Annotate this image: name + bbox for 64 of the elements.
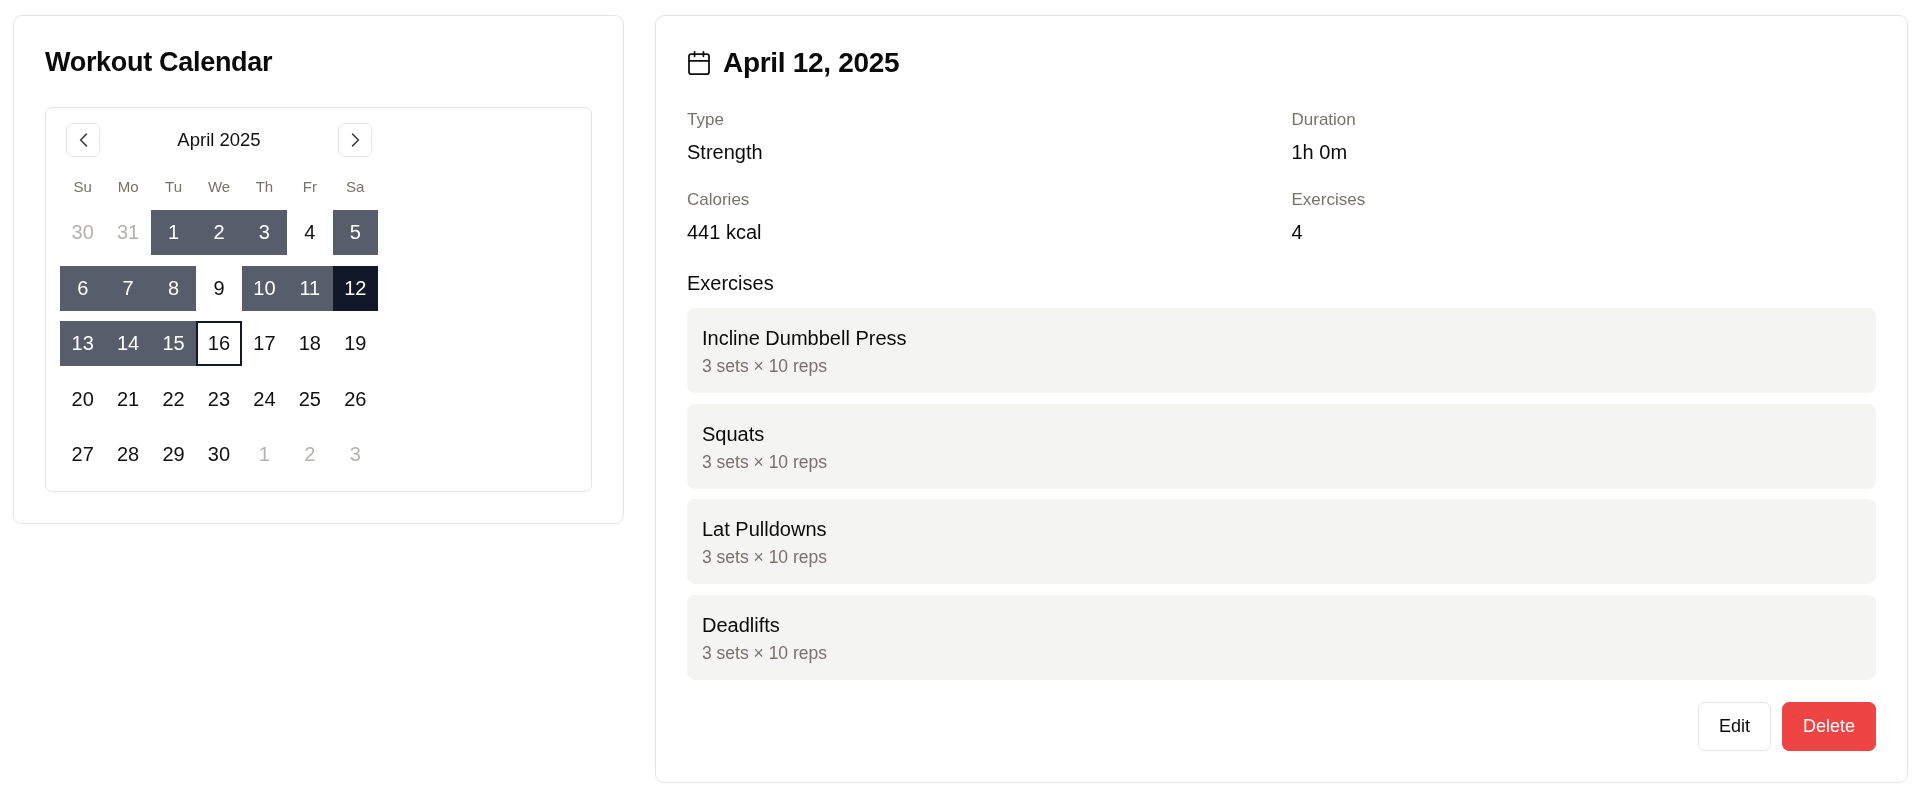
- calendar-day[interactable]: 6: [60, 265, 106, 311]
- exercise-name: Squats: [702, 421, 766, 447]
- calendar-day[interactable]: 2: [196, 210, 242, 255]
- calendar-day[interactable]: 19: [332, 321, 378, 366]
- stat-value: 441 kcal: [687, 220, 763, 245]
- calendar-day[interactable]: 14: [105, 321, 151, 366]
- exercise-detail: 3 sets × 10 reps: [702, 450, 828, 473]
- calendar-day[interactable]: 17: [241, 321, 288, 366]
- stat-label: Type: [687, 109, 725, 131]
- calendar-day[interactable]: 13: [60, 321, 106, 366]
- exercise-name: Deadlifts: [702, 612, 781, 638]
- calendar-day[interactable]: 26: [332, 376, 378, 422]
- exercise-detail: 3 sets × 10 reps: [702, 546, 828, 568]
- calendar-day[interactable]: 29: [150, 432, 197, 477]
- weekday-label: We: [206, 177, 232, 197]
- month-label: April 2025: [177, 129, 261, 151]
- calendar-day[interactable]: 7: [105, 265, 151, 311]
- chevron-left-icon: [78, 133, 88, 147]
- calendar-day[interactable]: 18: [287, 321, 333, 366]
- exercise-name: Incline Dumbbell Press: [702, 326, 908, 351]
- stat-label: Exercises: [1291, 189, 1367, 211]
- calendar-icon: [688, 51, 710, 75]
- weekday-label: Su: [72, 177, 93, 197]
- weekday-label: Fr: [301, 177, 318, 197]
- weekday-label: Th: [254, 177, 275, 197]
- weekday-label: Tu: [164, 177, 184, 197]
- calendar-day[interactable]: 24: [241, 376, 288, 422]
- calendar-day[interactable]: 11: [287, 265, 333, 311]
- calendar-day[interactable]: 22: [150, 376, 197, 422]
- calendar-day[interactable]: 12: [332, 265, 378, 311]
- exercise-detail: 3 sets × 10 reps: [702, 641, 828, 664]
- stat-label: Duration: [1291, 109, 1357, 131]
- calendar-day[interactable]: 23: [196, 376, 242, 422]
- stat-value: Strength: [687, 140, 764, 165]
- calendar-day[interactable]: 30: [196, 432, 242, 477]
- calendar-day[interactable]: 5: [332, 210, 378, 255]
- stat-value: 4: [1291, 220, 1304, 245]
- date-heading: April 12, 2025: [723, 47, 900, 79]
- calendar-day[interactable]: 9: [196, 265, 242, 311]
- calendar-day[interactable]: 8: [150, 265, 197, 311]
- previous-month-button[interactable]: [66, 123, 100, 157]
- edit-button[interactable]: Edit: [1697, 701, 1771, 751]
- calendar-day[interactable]: 4: [287, 210, 333, 255]
- calendar-day[interactable]: 27: [60, 432, 106, 477]
- card-title: Workout Calendar: [45, 47, 274, 77]
- calendar-day[interactable]: 28: [105, 432, 151, 477]
- calendar-day[interactable]: 20: [60, 376, 106, 422]
- chevron-right-icon: [350, 133, 360, 147]
- calendar-day[interactable]: 21: [105, 376, 151, 422]
- calendar-day[interactable]: 15: [150, 321, 197, 366]
- section-heading: Exercises: [687, 271, 775, 296]
- next-month-button[interactable]: [338, 123, 372, 157]
- weekday-label: Mo: [116, 177, 140, 197]
- exercise-name: Lat Pulldowns: [702, 517, 828, 542]
- stat-value: 1h 0m: [1291, 140, 1349, 165]
- exercise-detail: 3 sets × 10 reps: [702, 355, 828, 377]
- stat-label: Calories: [687, 189, 751, 211]
- calendar-day[interactable]: 25: [287, 376, 333, 422]
- delete-button[interactable]: Delete: [1781, 701, 1876, 751]
- calendar-day[interactable]: 10: [241, 265, 288, 311]
- calendar-day[interactable]: 1: [150, 210, 197, 255]
- calendar-day[interactable]: 3: [241, 210, 288, 255]
- calendar-day[interactable]: 16: [196, 321, 242, 366]
- weekday-label: Sa: [345, 177, 366, 197]
